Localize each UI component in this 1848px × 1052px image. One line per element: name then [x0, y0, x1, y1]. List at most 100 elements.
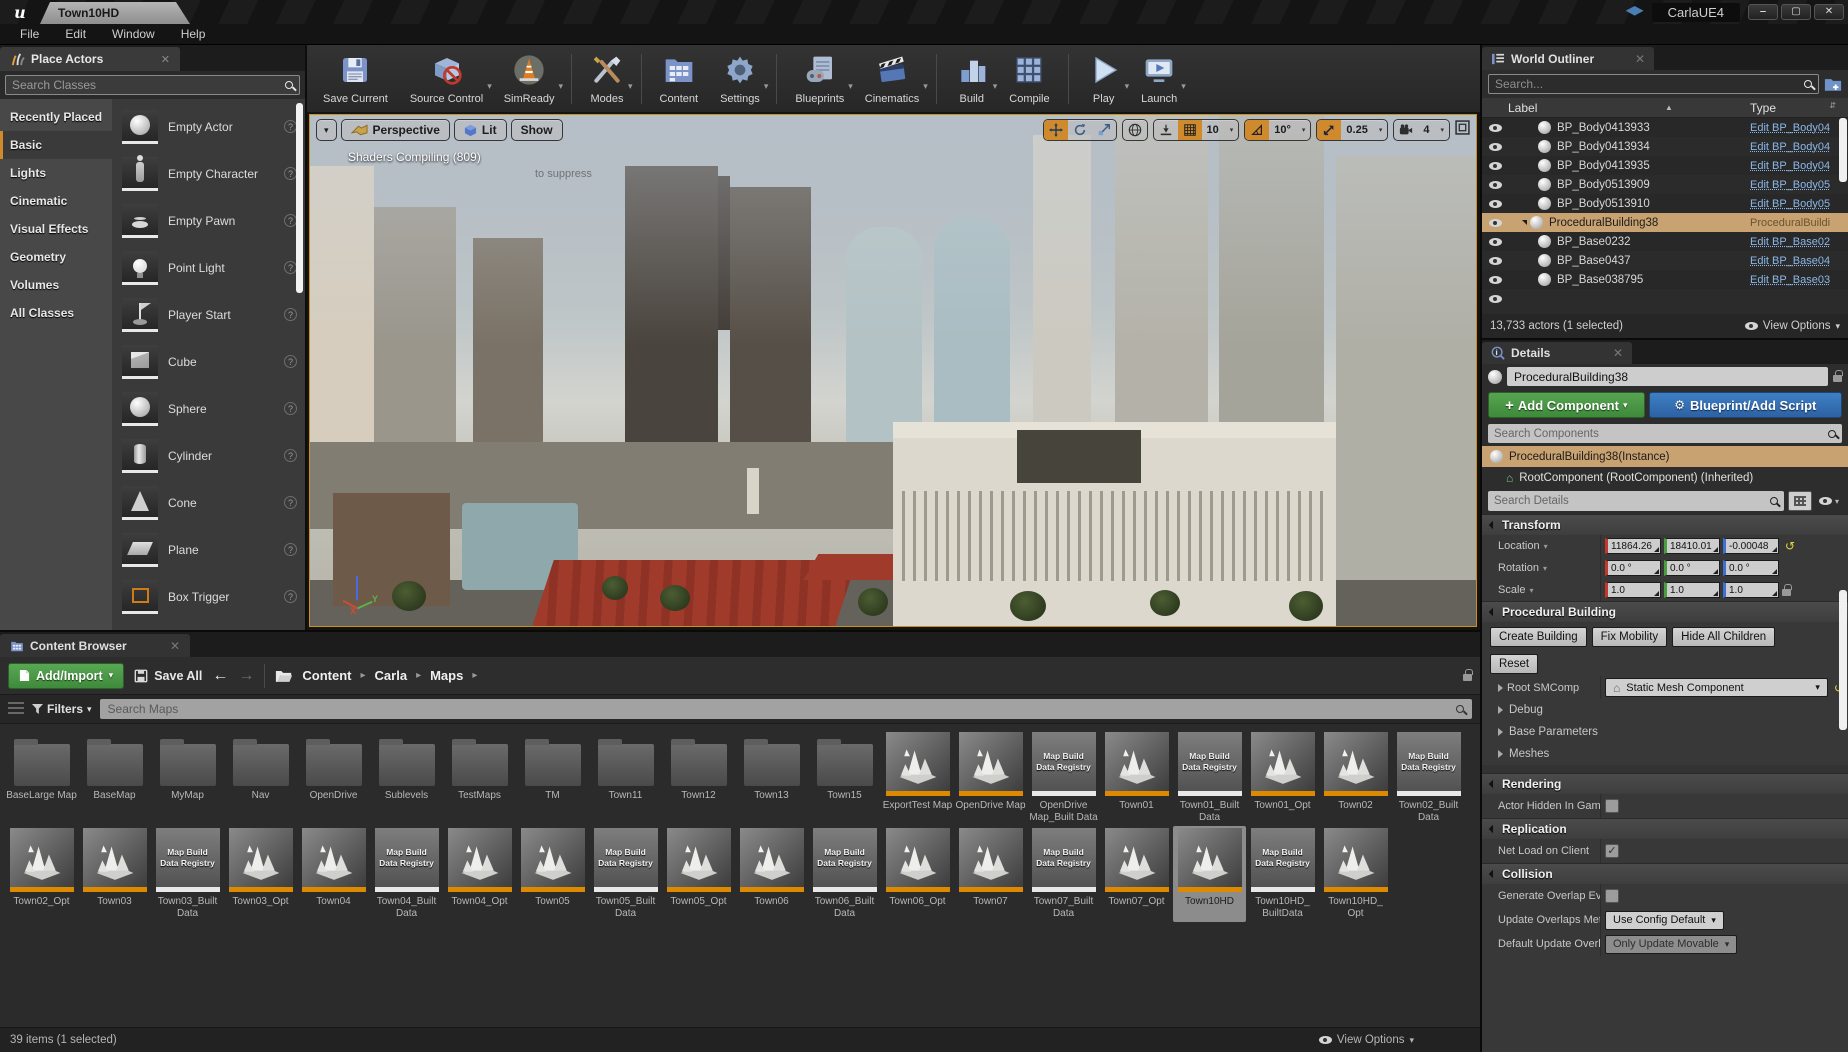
actor-type[interactable]: Edit BP_Body05 [1750, 198, 1848, 210]
checkbox[interactable] [1605, 889, 1619, 903]
component-row-instance[interactable]: ProceduralBuilding38(Instance) [1482, 446, 1848, 467]
section-header-collision[interactable]: Collision [1482, 863, 1848, 884]
help-icon[interactable]: ? [284, 449, 297, 462]
place-item-cone[interactable]: Cone? [122, 479, 305, 526]
close-icon[interactable]: ✕ [170, 639, 180, 653]
expand-arrow-icon[interactable] [1522, 220, 1527, 225]
asset-tile-testmaps[interactable]: TestMaps [443, 730, 516, 826]
place-item-empty-actor[interactable]: Empty Actor? [122, 103, 305, 150]
simready-button[interactable]: SimReady [494, 52, 565, 107]
eye-icon[interactable] [1482, 124, 1508, 132]
asset-tile-town15[interactable]: Town15 [808, 730, 881, 826]
actor-type[interactable]: Edit BP_Body05 [1750, 179, 1848, 191]
perspective-button[interactable]: Perspective [341, 119, 450, 141]
reset-button[interactable]: Reset [1490, 654, 1538, 674]
asset-tile-town13[interactable]: Town13 [735, 730, 808, 826]
sidebar-item-cinematic[interactable]: Cinematic [0, 187, 112, 215]
section-header-rendering[interactable]: Rendering [1482, 773, 1848, 794]
asset-tile-tm[interactable]: TM [516, 730, 589, 826]
chevron-down-icon[interactable]: ▾ [1373, 120, 1388, 140]
asset-tile-mymap[interactable]: MyMap [151, 730, 224, 826]
reset-to-default-icon[interactable]: ↺ [1785, 539, 1795, 553]
asset-tile-town06-built-data[interactable]: Map Build Data RegistryTown06_Built Data [808, 826, 881, 922]
menu-help[interactable]: Help [169, 25, 218, 43]
checkbox[interactable]: ✓ [1605, 844, 1619, 858]
save-all-button[interactable]: Save All [134, 669, 202, 683]
lock-icon[interactable] [1833, 375, 1842, 382]
camera-speed-value[interactable]: 4 [1418, 120, 1434, 140]
outliner-column-header[interactable]: Label▲ Type⇵ [1482, 98, 1848, 118]
asset-tile-town03-opt[interactable]: Town03_Opt [224, 826, 297, 922]
breadcrumb-carla[interactable]: Carla [375, 668, 408, 683]
dropdown[interactable]: Only Update Movable▾ [1605, 935, 1737, 954]
blueprints-button[interactable]: Blueprints [785, 52, 854, 107]
place-item-point-light[interactable]: Point Light? [122, 244, 305, 291]
property-label[interactable]: Scale▾ [1482, 584, 1600, 596]
section-header-procedural-building[interactable]: Procedural Building [1482, 601, 1848, 622]
chevron-down-icon[interactable]: ▾ [1181, 81, 1186, 92]
dropdown[interactable]: Use Config Default▾ [1605, 911, 1724, 930]
place-item-sphere[interactable]: Sphere? [122, 385, 305, 432]
transform-value-input[interactable]: 0.0 ° [1664, 560, 1720, 576]
asset-tile-town02-built-data[interactable]: Map Build Data RegistryTown02_Built Data [1392, 730, 1465, 826]
actor-type[interactable]: Edit BP_Body04 [1750, 160, 1848, 172]
blueprint-add-script-button[interactable]: ⚙Blueprint/Add Script [1649, 392, 1842, 418]
asset-tile-town10hd[interactable]: Town10HD [1173, 826, 1246, 922]
asset-tile-town07[interactable]: Town07 [954, 826, 1027, 922]
chevron-down-icon[interactable]: ▾ [1224, 120, 1239, 140]
chevron-down-icon[interactable]: ▾ [487, 81, 492, 92]
place-item-player-start[interactable]: Player Start? [122, 291, 305, 338]
asset-tile-town03[interactable]: Town03 [78, 826, 151, 922]
asset-tile-town07-built-data[interactable]: Map Build Data RegistryTown07_Built Data [1027, 826, 1100, 922]
actor-type[interactable]: Edit BP_Body04 [1750, 122, 1848, 134]
eye-icon[interactable] [1482, 238, 1508, 246]
sidebar-item-visual-effects[interactable]: Visual Effects [0, 215, 112, 243]
asset-tile-exporttest-map[interactable]: ExportTest Map [881, 730, 954, 826]
asset-tile-town02-opt[interactable]: Town02_Opt [5, 826, 78, 922]
search-classes-input[interactable]: Search Classes [5, 75, 300, 95]
transform-value-input[interactable]: 0.0 ° [1723, 560, 1779, 576]
forward-arrow-button[interactable]: → [238, 667, 254, 685]
asset-tile-town05-opt[interactable]: Town05_Opt [662, 826, 735, 922]
chevron-down-icon[interactable]: ▾ [993, 81, 998, 92]
section-header-transform[interactable]: Transform [1482, 514, 1848, 535]
source-control-button[interactable]: Source Control [400, 52, 493, 107]
edit-blueprint-link[interactable]: Edit BP_Body04 [1750, 160, 1830, 172]
asset-tile-town06[interactable]: Town06 [735, 826, 808, 922]
asset-tile-town11[interactable]: Town11 [589, 730, 662, 826]
modes-button[interactable]: Modes [580, 52, 634, 107]
asset-tile-opendrive-map[interactable]: OpenDrive Map [954, 730, 1027, 826]
asset-tile-town10hd-opt[interactable]: Town10HD_ Opt [1319, 826, 1392, 922]
add-import-button[interactable]: Add/Import▾ [8, 663, 124, 689]
fix-mobility-button[interactable]: Fix Mobility [1592, 627, 1668, 647]
edit-blueprint-link[interactable]: Edit BP_Base04 [1750, 255, 1830, 267]
chevron-down-icon[interactable]: ▾ [923, 81, 928, 92]
tutorial-icon[interactable] [1626, 6, 1644, 18]
content-button[interactable]: Content [650, 52, 709, 107]
sidebar-item-volumes[interactable]: Volumes [0, 271, 112, 299]
asset-tile-sublevels[interactable]: Sublevels [370, 730, 443, 826]
actor-type[interactable]: Edit BP_Base03 [1750, 274, 1848, 286]
asset-tile-baselarge-map[interactable]: BaseLarge Map [5, 730, 78, 826]
table-row[interactable]: BP_Base038795Edit BP_Base03 [1482, 270, 1848, 289]
place-item-box-trigger[interactable]: Box Trigger? [122, 573, 305, 620]
tab-world-outliner[interactable]: World Outliner✕ [1482, 47, 1654, 70]
transform-value-input[interactable]: 18410.01 [1664, 538, 1720, 554]
chevron-down-icon[interactable]: ▾ [1296, 120, 1311, 140]
asset-tile-opendrive[interactable]: OpenDrive [297, 730, 370, 826]
lit-mode-button[interactable]: Lit [454, 119, 507, 141]
asset-tile-town02[interactable]: Town02 [1319, 730, 1392, 826]
place-item-cylinder[interactable]: Cylinder? [122, 432, 305, 479]
rotation-snap-value[interactable]: 10° [1269, 120, 1296, 140]
table-row[interactable]: BP_Body0413934Edit BP_Body04 [1482, 137, 1848, 156]
eye-icon[interactable] [1482, 219, 1508, 227]
property-label[interactable]: Rotation▾ [1482, 562, 1600, 574]
grid-snap-value[interactable]: 10 [1202, 120, 1224, 140]
maximize-viewport-button[interactable] [1455, 120, 1470, 140]
show-flags-button[interactable]: Show [511, 119, 563, 141]
level-tab[interactable]: Town10HD [40, 2, 190, 24]
asset-tile-town07-opt[interactable]: Town07_Opt [1100, 826, 1173, 922]
menu-edit[interactable]: Edit [53, 25, 98, 43]
compile-button[interactable]: Compile [999, 52, 1059, 107]
sidebar-item-all-classes[interactable]: All Classes [0, 299, 112, 327]
